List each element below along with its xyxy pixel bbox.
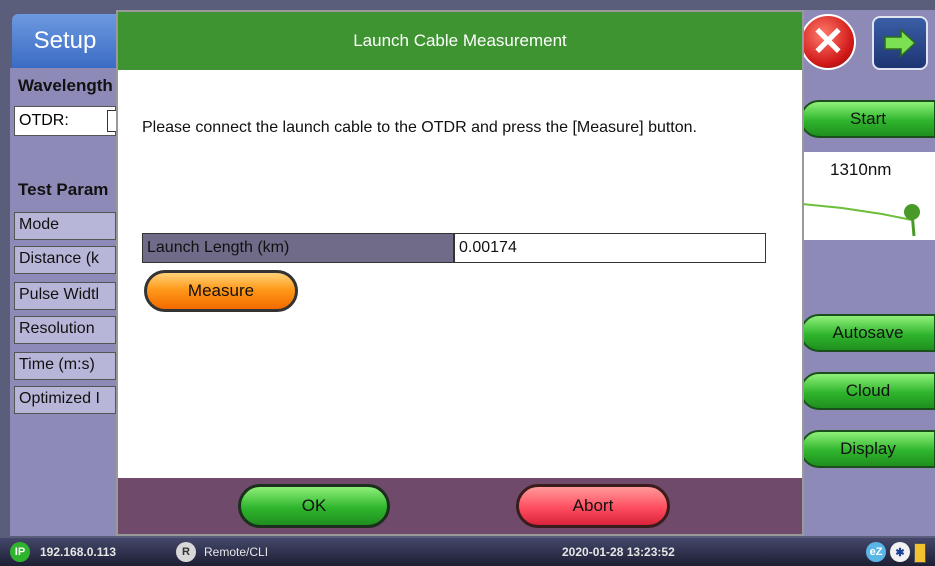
display-button[interactable]: Display bbox=[800, 430, 935, 468]
otdr-row[interactable]: OTDR: bbox=[14, 106, 123, 136]
remote-icon: R bbox=[176, 542, 196, 562]
optimized-row[interactable]: Optimized I bbox=[14, 386, 116, 414]
ez-icon: eZ bbox=[866, 542, 886, 562]
dialog-message: Please connect the launch cable to the O… bbox=[142, 119, 697, 136]
trace-thumbnail[interactable]: 1310nm bbox=[802, 152, 935, 240]
cloud-button[interactable]: Cloud bbox=[800, 372, 935, 410]
launch-length-label: Launch Length (km) bbox=[142, 233, 454, 263]
remote-cli-label: Remote/CLI bbox=[204, 545, 269, 559]
autosave-button[interactable]: Autosave bbox=[800, 314, 935, 352]
time-row[interactable]: Time (m:s) bbox=[14, 352, 116, 380]
resolution-row[interactable]: Resolution bbox=[14, 316, 116, 344]
status-bar: IP 192.168.0.113 R Remote/CLI 2020-01-28… bbox=[0, 538, 935, 566]
abort-button[interactable]: Abort bbox=[516, 484, 670, 528]
dialog-title: Launch Cable Measurement bbox=[118, 12, 802, 70]
datetime: 2020-01-28 13:23:52 bbox=[562, 545, 675, 559]
setup-tab[interactable]: Setup bbox=[12, 14, 118, 68]
battery-icon bbox=[914, 543, 926, 563]
launch-cable-dialog: Launch Cable Measurement Please connect … bbox=[116, 10, 804, 536]
pulse-width-row[interactable]: Pulse Widtl bbox=[14, 282, 116, 310]
trace-icon bbox=[802, 203, 920, 237]
mode-row[interactable]: Mode bbox=[14, 212, 116, 240]
arrow-right-icon bbox=[884, 28, 917, 58]
wavelength-label: Wavelength bbox=[18, 76, 113, 95]
otdr-label: OTDR: bbox=[19, 112, 69, 129]
distance-row[interactable]: Distance (k bbox=[14, 246, 116, 274]
ok-button[interactable]: OK bbox=[238, 484, 390, 528]
next-button[interactable] bbox=[872, 16, 928, 70]
test-params-label: Test Param bbox=[18, 180, 109, 199]
close-button[interactable]: ✕ bbox=[800, 14, 856, 70]
close-icon: ✕ bbox=[811, 20, 845, 64]
measure-button[interactable]: Measure bbox=[144, 270, 298, 312]
ip-address: 192.168.0.113 bbox=[40, 545, 117, 559]
dialog-footer bbox=[118, 478, 802, 534]
ip-icon: IP bbox=[10, 542, 30, 562]
bluetooth-icon: ✱ bbox=[890, 542, 910, 562]
launch-length-field[interactable]: 0.00174 bbox=[454, 233, 766, 263]
start-button[interactable]: Start bbox=[800, 100, 935, 138]
